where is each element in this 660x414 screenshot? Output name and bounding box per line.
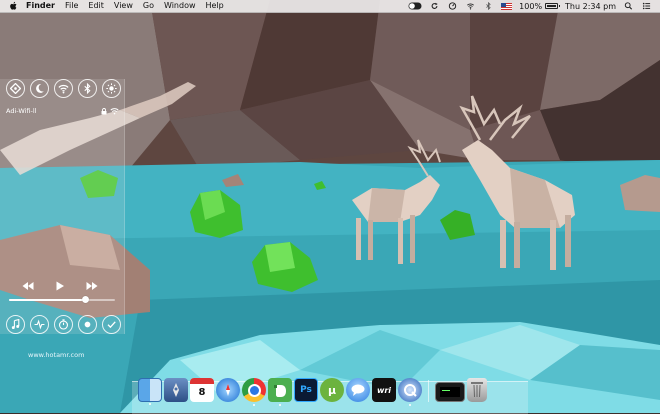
dock-finder-icon[interactable] bbox=[138, 378, 162, 405]
dock-quicktime-icon[interactable] bbox=[398, 378, 422, 406]
window-thumbnail-icon bbox=[440, 387, 460, 397]
panel-shortcuts bbox=[6, 315, 121, 334]
menu-window[interactable]: Window bbox=[164, 0, 196, 12]
checkmark-icon bbox=[107, 321, 116, 329]
dock-chrome-icon[interactable] bbox=[242, 378, 266, 406]
volume-slider-knob[interactable] bbox=[81, 296, 89, 303]
watermark-text: www.hotamr.com bbox=[28, 351, 85, 359]
activity-icon bbox=[34, 319, 45, 330]
toggle-switch-icon[interactable] bbox=[408, 2, 422, 10]
dashboard-icon[interactable] bbox=[447, 2, 458, 10]
dock-trash-icon[interactable] bbox=[467, 378, 487, 402]
rocket-icon bbox=[173, 383, 179, 397]
quick-toggles bbox=[6, 79, 121, 98]
quicktime-q-icon bbox=[404, 384, 417, 397]
wifi-signal-icon bbox=[110, 108, 119, 115]
battery-icon bbox=[545, 3, 561, 9]
dock-evernote-icon[interactable] bbox=[268, 378, 292, 406]
dock-utorrent-icon[interactable]: µ bbox=[320, 378, 344, 402]
menu-help[interactable]: Help bbox=[206, 0, 224, 12]
dock-photoshop-icon[interactable]: Ps bbox=[294, 378, 318, 402]
dock-messages-icon[interactable] bbox=[346, 378, 370, 402]
wifi-toggle[interactable] bbox=[54, 79, 73, 98]
menu-bar: Finder File Edit View Go Window Help 100… bbox=[0, 0, 660, 13]
menu-app-name[interactable]: Finder bbox=[26, 0, 55, 12]
menu-view[interactable]: View bbox=[114, 0, 133, 12]
control-panel-widget: Adi-Wifi-ll bbox=[0, 79, 125, 334]
menu-bluetooth-icon[interactable] bbox=[483, 2, 494, 10]
rewind-icon[interactable] bbox=[22, 281, 34, 291]
menu-go[interactable]: Go bbox=[143, 0, 154, 12]
timer-icon bbox=[58, 319, 69, 330]
spotlight-search-icon[interactable] bbox=[623, 2, 634, 10]
dock-separator bbox=[428, 380, 429, 402]
apple-logo-icon[interactable] bbox=[9, 1, 18, 11]
play-icon[interactable] bbox=[54, 281, 66, 291]
compass-icon bbox=[226, 384, 230, 396]
trash-icon bbox=[471, 382, 483, 398]
done-button[interactable] bbox=[102, 315, 121, 334]
activity-button[interactable] bbox=[30, 315, 49, 334]
notification-center-icon[interactable] bbox=[641, 2, 652, 10]
record-icon bbox=[84, 321, 91, 328]
refresh-icon[interactable] bbox=[429, 2, 440, 10]
clock[interactable]: Thu 2:34 pm bbox=[565, 2, 616, 11]
wifi-network-row[interactable]: Adi-Wifi-ll bbox=[6, 107, 119, 115]
battery-status[interactable]: 100% bbox=[519, 1, 561, 11]
brightness-icon bbox=[106, 83, 117, 94]
dock-minimized-window[interactable] bbox=[435, 382, 465, 402]
location-toggle[interactable] bbox=[6, 79, 25, 98]
menu-file[interactable]: File bbox=[65, 0, 78, 12]
fast-forward-icon[interactable] bbox=[86, 281, 98, 291]
music-note-icon bbox=[11, 319, 20, 330]
volume-slider[interactable] bbox=[9, 296, 115, 303]
dock: 8 Ps µ wri bbox=[138, 378, 487, 406]
dock-calendar-icon[interactable]: 8 bbox=[190, 378, 214, 402]
calendar-day: 8 bbox=[198, 387, 206, 398]
record-button[interactable] bbox=[78, 315, 97, 334]
media-controls bbox=[22, 281, 98, 291]
input-source-flag-icon[interactable] bbox=[501, 2, 513, 10]
menu-wifi-icon[interactable] bbox=[465, 2, 476, 10]
dock-safari-icon[interactable] bbox=[216, 378, 240, 402]
timer-button[interactable] bbox=[54, 315, 73, 334]
speech-bubble-icon bbox=[351, 384, 365, 396]
volume-slider-fill bbox=[9, 299, 86, 301]
lock-icon bbox=[101, 107, 107, 114]
battery-percent: 100% bbox=[519, 1, 543, 11]
brightness-toggle[interactable] bbox=[102, 79, 121, 98]
moon-icon bbox=[36, 84, 44, 93]
bluetooth-toggle[interactable] bbox=[78, 79, 97, 98]
wifi-icon bbox=[58, 84, 69, 94]
bluetooth-icon bbox=[84, 83, 91, 94]
dock-launchpad-icon[interactable] bbox=[164, 378, 188, 402]
do-not-disturb-toggle[interactable] bbox=[30, 79, 49, 98]
dock-writer-icon[interactable]: wri bbox=[372, 378, 396, 402]
wifi-network-name: Adi-Wifi-ll bbox=[6, 107, 37, 115]
music-button[interactable] bbox=[6, 315, 25, 334]
location-icon bbox=[10, 83, 21, 94]
menu-edit[interactable]: Edit bbox=[88, 0, 104, 12]
elephant-icon bbox=[274, 385, 286, 397]
